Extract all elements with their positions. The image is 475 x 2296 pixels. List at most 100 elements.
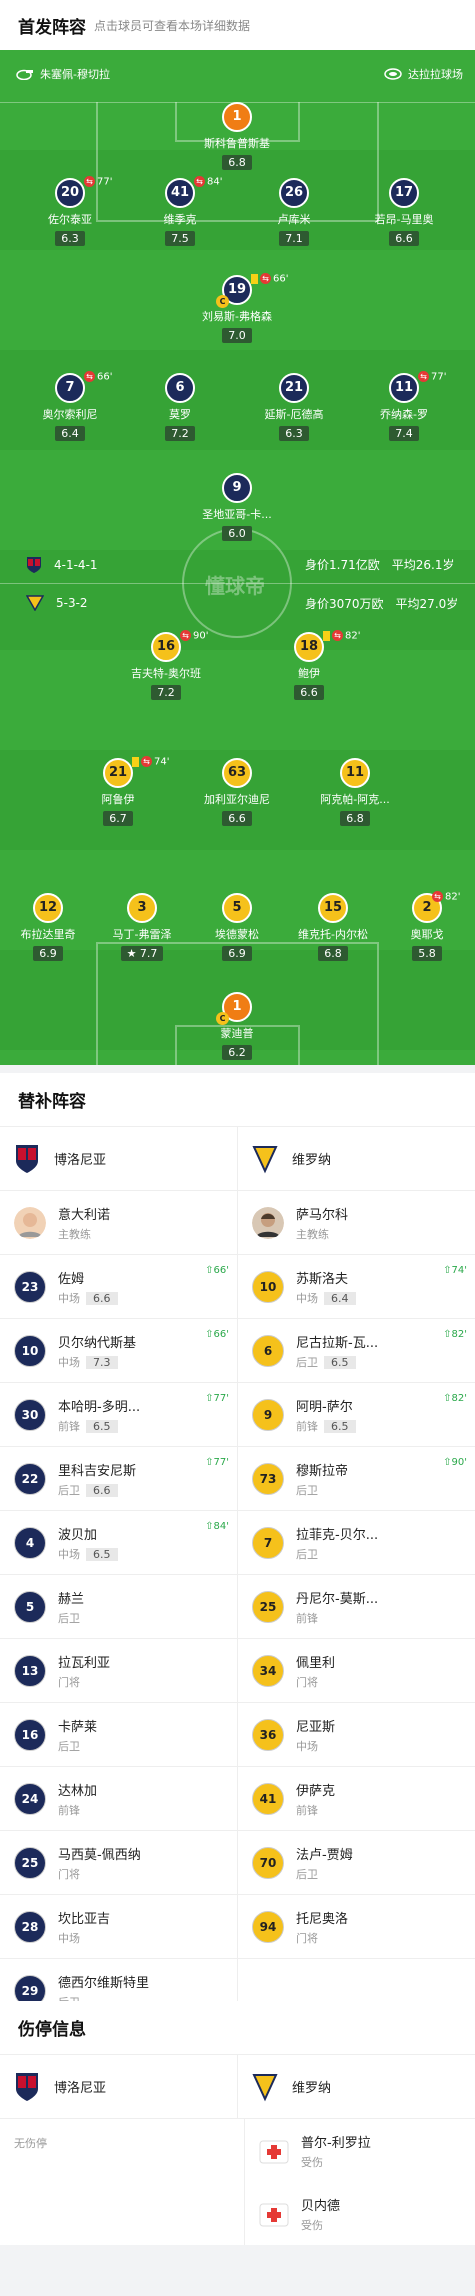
player-home-19[interactable]: 19 C ⇆ 66' 刘易斯-弗格森 7.0 bbox=[182, 273, 292, 343]
player-position: 中场 bbox=[58, 1291, 80, 1305]
player-number: 24 bbox=[14, 1782, 46, 1815]
bologna-logo-icon bbox=[27, 557, 41, 573]
sub-home-player[interactable]: 10 贝尔纳代斯基 中场 7.3 ⇧66' bbox=[0, 1319, 237, 1382]
stadium-icon bbox=[384, 68, 402, 80]
verona-logo-icon bbox=[26, 595, 44, 611]
player-number: 36 bbox=[252, 1718, 284, 1751]
player-name: 阿明-萨尔 bbox=[296, 1399, 353, 1415]
watermark: 懂球帝 bbox=[205, 574, 265, 598]
player-away-63[interactable]: 63 加利亚尔迪尼 6.6 bbox=[182, 758, 292, 826]
player-position: 后卫 bbox=[58, 1739, 80, 1753]
player-away-3[interactable]: 3 马丁-弗雷泽 ★ 7.7 bbox=[87, 893, 197, 961]
player-position: 前锋 bbox=[58, 1419, 80, 1433]
player-away-2[interactable]: 2 ⇆ 82' 奥耶戈 5.8 bbox=[372, 891, 475, 961]
player-rating: 6.6 bbox=[86, 1291, 118, 1305]
player-position: 前锋 bbox=[296, 1611, 318, 1625]
sub-away-player[interactable]: 10 苏斯洛夫 中场 6.4 ⇧74' bbox=[237, 1255, 475, 1318]
sub-away-player[interactable]: 73 穆斯拉帝 后卫 ⇧90' bbox=[237, 1447, 475, 1510]
sub-away-player[interactable]: 94 托尼奥洛 门将 bbox=[237, 1895, 475, 1958]
player-number: 94 bbox=[252, 1910, 284, 1943]
player-home-41[interactable]: 41 ⇆ 84' 维季克 7.5 bbox=[125, 176, 235, 246]
player-number: 70 bbox=[252, 1846, 284, 1879]
player-home-9[interactable]: 9 圣地亚哥-卡... 6.0 bbox=[182, 473, 292, 541]
player-home-20[interactable]: 20 ⇆ 77' 佐尔泰亚 6.3 bbox=[15, 176, 125, 246]
sub-away-player[interactable]: 25 丹尼尔-莫斯... 前锋 bbox=[237, 1575, 475, 1638]
player-number: 34 bbox=[252, 1654, 284, 1687]
sub-home-player[interactable]: 28 坎比亚吉 中场 bbox=[0, 1895, 237, 1958]
player-position: 门将 bbox=[58, 1867, 80, 1881]
sub-away-player[interactable]: 70 法卢-贾姆 后卫 bbox=[237, 1831, 475, 1894]
player-position: 门将 bbox=[296, 1931, 318, 1945]
player-position: 后卫 bbox=[296, 1355, 318, 1369]
lineup-title: 首发阵容 bbox=[18, 17, 86, 38]
player-home-17[interactable]: 17 若昂-马里奥 6.6 bbox=[349, 178, 459, 246]
player-home-21[interactable]: 21 延斯-厄德高 6.3 bbox=[239, 373, 349, 441]
player-away-11[interactable]: 11 阿克帕-阿克... 6.8 bbox=[300, 758, 410, 826]
player-away-21[interactable]: 21 ⇆ 74' 阿鲁伊 6.7 bbox=[63, 756, 173, 826]
sub-home-player[interactable]: 5 赫兰 后卫 bbox=[0, 1575, 237, 1638]
sub-home-player[interactable]: 23 佐姆 中场 6.6 ⇧66' bbox=[0, 1255, 237, 1318]
sub-home-player[interactable]: 25 马西莫-佩西纳 门将 bbox=[0, 1831, 237, 1894]
player-name: 伊萨克 bbox=[296, 1783, 336, 1799]
player-name: 贝尔纳代斯基 bbox=[58, 1335, 137, 1351]
star-icon: ★ bbox=[126, 947, 140, 960]
sub-away-player[interactable]: 41 伊萨克 前锋 bbox=[237, 1767, 475, 1830]
sub-away-player[interactable]: 7 拉菲克-贝尔... 后卫 bbox=[237, 1511, 475, 1574]
sub-away-player[interactable]: 9 阿明-萨尔 前锋 6.5 ⇧82' bbox=[237, 1383, 475, 1446]
player-position: 前锋 bbox=[296, 1803, 318, 1817]
player-number: 7 bbox=[252, 1526, 284, 1559]
sub-away-player[interactable]: 36 尼亚斯 中场 bbox=[237, 1703, 475, 1766]
player-rating: 7.3 bbox=[86, 1355, 118, 1369]
player-away-18[interactable]: 18 ⇆ 82' 鲍伊 6.6 bbox=[254, 630, 364, 700]
player-home-11[interactable]: 11 ⇆ 77' 乔纳森-罗 7.4 bbox=[349, 371, 459, 441]
lineup-subtitle: 点击球员可查看本场详细数据 bbox=[94, 18, 251, 33]
player-name: 波贝加 bbox=[58, 1527, 98, 1543]
sub-away-player[interactable]: 34 佩里利 门将 bbox=[237, 1639, 475, 1702]
player-name: 卡萨莱 bbox=[58, 1719, 98, 1735]
player-position: 前锋 bbox=[58, 1803, 80, 1817]
player-number: 9 bbox=[252, 1398, 284, 1431]
bologna-logo-icon bbox=[16, 1144, 38, 1173]
home-coach[interactable]: 意大利诺 主教练 bbox=[0, 1191, 237, 1254]
player-home-26[interactable]: 26 卢库米 7.1 bbox=[239, 178, 349, 246]
injury-home-team: 博洛尼亚 bbox=[0, 2055, 237, 2118]
sub-home-player[interactable]: 22 里科吉安尼斯 后卫 6.6 ⇧77' bbox=[0, 1447, 237, 1510]
player-rating: 6.5 bbox=[324, 1419, 356, 1433]
sub-home-player[interactable]: 16 卡萨莱 后卫 bbox=[0, 1703, 237, 1766]
substitutes-section: 替补阵容 博洛尼亚 维罗纳 意大利诺 主教练 萨马尔科 主教练 23 佐姆 中场 6.6 ⇧… bbox=[0, 1073, 475, 2022]
player-home-7[interactable]: 7 ⇆ 66' 奥尔索利尼 6.4 bbox=[15, 371, 125, 441]
verona-logo-icon bbox=[252, 2073, 278, 2101]
player-away-5[interactable]: 5 埃德蒙松 6.9 bbox=[182, 893, 292, 961]
player-away-16[interactable]: 16 ⇆ 90' 吉夫特-奥尔班 7.2 bbox=[111, 630, 221, 700]
referee-name: 朱塞佩-穆切拉 bbox=[40, 68, 110, 81]
player-number: 30 bbox=[14, 1398, 46, 1431]
player-name: 丹尼尔-莫斯... bbox=[296, 1591, 379, 1607]
player-name: 达林加 bbox=[58, 1783, 98, 1799]
player-name: 马西莫-佩西纳 bbox=[58, 1847, 141, 1863]
sub-away-player[interactable]: 6 尼古拉斯-瓦... 后卫 6.5 ⇧82' bbox=[237, 1319, 475, 1382]
player-home-6[interactable]: 6 莫罗 7.2 bbox=[125, 373, 235, 441]
player-rating: 6.6 bbox=[86, 1483, 118, 1497]
injury-cross-icon bbox=[259, 2203, 289, 2226]
away-coach[interactable]: 萨马尔科 主教练 bbox=[237, 1191, 475, 1254]
substitutes-title: 替补阵容 bbox=[18, 1092, 86, 1112]
sub-in-icon: ⇧66' bbox=[205, 1265, 229, 1276]
player-home-gk[interactable]: 1 斯科鲁普斯基 6.8 bbox=[182, 102, 292, 170]
sub-home-player[interactable]: 24 达林加前锋 bbox=[0, 1767, 237, 1830]
player-position: 中场 bbox=[296, 1739, 318, 1753]
player-name: 尼古拉斯-瓦... bbox=[296, 1335, 379, 1351]
injury-row[interactable]: 普尔-利罗拉 受伤 bbox=[245, 2119, 371, 2182]
player-number: 22 bbox=[14, 1462, 46, 1495]
injury-home-none: 无伤停 bbox=[14, 2137, 47, 2150]
player-name: 赫兰 bbox=[58, 1591, 85, 1607]
injury-row[interactable]: 贝内德 受伤 bbox=[245, 2182, 340, 2245]
whistle-icon bbox=[16, 69, 33, 80]
player-away-gk[interactable]: 1 C 蒙迪普 6.2 bbox=[182, 992, 292, 1060]
sub-home-player[interactable]: 13 拉瓦利亚 门将 bbox=[0, 1639, 237, 1702]
sub-home-player[interactable]: 30 本哈明-多明... 前锋 6.5 ⇧77' bbox=[0, 1383, 237, 1446]
player-number: 73 bbox=[252, 1462, 284, 1495]
player-position: 后卫 bbox=[296, 1547, 318, 1561]
sub-home-player[interactable]: 4 波贝加 中场 6.5 ⇧84' bbox=[0, 1511, 237, 1574]
away-team-stats: 身价3070万欧 平均27.0岁 bbox=[305, 597, 459, 611]
injuries-section: 伤停信息 博洛尼亚 维罗纳 无伤停 普尔-利罗拉 受伤 贝内德 受伤 bbox=[0, 2001, 475, 2245]
